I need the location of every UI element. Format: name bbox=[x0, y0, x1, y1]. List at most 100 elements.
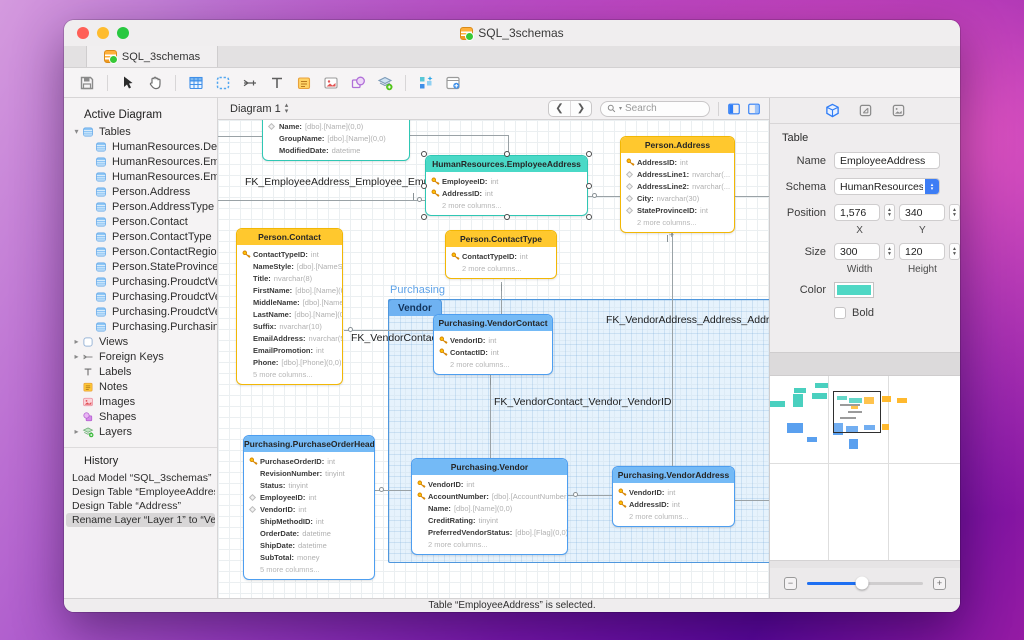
more-columns-label[interactable]: 2 more columns... bbox=[426, 199, 587, 211]
canvas-table-purchasing-vendorcontact[interactable]: Purchasing.VendorContactVendorID:intCont… bbox=[433, 314, 553, 375]
sidebar-group-tables[interactable]: ▾ Tables bbox=[64, 124, 217, 139]
canvas-table-person-contacttype[interactable]: Person.ContactTypeContactTypeID:int2 mor… bbox=[445, 230, 557, 279]
forward-button[interactable]: ❯ bbox=[570, 101, 591, 116]
selection-handle[interactable] bbox=[586, 214, 592, 220]
search-input[interactable] bbox=[625, 103, 695, 114]
chevron-right-icon[interactable]: ▸ bbox=[72, 352, 81, 361]
more-columns-label[interactable]: 2 more columns... bbox=[446, 262, 556, 274]
minimap-viewport[interactable] bbox=[833, 391, 881, 433]
color-swatch[interactable] bbox=[834, 282, 874, 298]
tab-model-cube-icon[interactable] bbox=[825, 103, 840, 118]
search-box[interactable]: ▾ bbox=[600, 101, 710, 117]
new-layer-icon[interactable] bbox=[376, 74, 394, 92]
sidebar-table-item[interactable]: Person.Address bbox=[64, 184, 217, 199]
sidebar-table-item[interactable]: Person.ContactRegion bbox=[64, 244, 217, 259]
relationship-line[interactable] bbox=[410, 135, 508, 136]
sidebar-table-item[interactable]: Person.StateProvince bbox=[64, 259, 217, 274]
save-icon[interactable] bbox=[78, 74, 96, 92]
canvas-table-purchasing-vendor[interactable]: Purchasing.VendorVendorID:intAccountNumb… bbox=[411, 458, 568, 555]
auto-layout-icon[interactable] bbox=[417, 74, 435, 92]
relationship-line[interactable] bbox=[218, 200, 425, 201]
back-button[interactable]: ❮ bbox=[549, 101, 570, 116]
relationship-line[interactable] bbox=[735, 196, 769, 197]
sidebar-table-item[interactable]: Person.Contact bbox=[64, 214, 217, 229]
history-item[interactable]: Rename Layer “Layer 1” to “Vendor” bbox=[66, 513, 215, 527]
new-table-icon[interactable] bbox=[187, 74, 205, 92]
history-item[interactable]: Design Table “Address” bbox=[66, 499, 215, 513]
tab-layout-icon[interactable] bbox=[858, 103, 873, 118]
position-y-field[interactable] bbox=[899, 204, 945, 221]
selection-handle[interactable] bbox=[586, 183, 592, 189]
canvas-table-purchasing-vendoraddress[interactable]: Purchasing.VendorAddressVendorID:intAddr… bbox=[612, 466, 735, 527]
canvas-table-humanresources-employeeaddress[interactable]: HumanResources.EmployeeAddressEmployeeID… bbox=[425, 155, 588, 216]
sidebar-table-item[interactable]: Purchasing.ProudctVen... bbox=[64, 304, 217, 319]
history-item[interactable]: Design Table “EmployeeAddress” bbox=[66, 485, 215, 499]
minimize-window-button[interactable] bbox=[97, 27, 109, 39]
size-height-field[interactable] bbox=[899, 243, 945, 260]
relationship-line[interactable] bbox=[344, 330, 433, 331]
chevron-down-icon[interactable]: ▾ bbox=[72, 127, 81, 136]
position-x-field[interactable] bbox=[834, 204, 880, 221]
sidebar-table-item[interactable]: Person.ContactType bbox=[64, 229, 217, 244]
layer-tab-label[interactable]: Vendor bbox=[388, 299, 442, 316]
sidebar-group-foreign-keys[interactable]: ▸Foreign Keys bbox=[64, 349, 217, 364]
more-columns-label[interactable]: 2 more columns... bbox=[434, 358, 552, 370]
more-columns-label[interactable]: 5 more columns... bbox=[244, 563, 374, 575]
schema-select[interactable]: ▴▾ bbox=[834, 178, 940, 195]
new-view-icon[interactable] bbox=[214, 74, 232, 92]
selection-handle[interactable] bbox=[421, 151, 427, 157]
history-item[interactable]: Load Model “SQL_3schemas” bbox=[66, 471, 215, 485]
zoom-slider-thumb[interactable] bbox=[855, 577, 868, 590]
sidebar-table-item[interactable]: HumanResources.Emplo... bbox=[64, 154, 217, 169]
new-label-icon[interactable] bbox=[268, 74, 286, 92]
new-relation-icon[interactable] bbox=[241, 74, 259, 92]
relationship-line[interactable] bbox=[735, 500, 769, 501]
more-columns-label[interactable]: 2 more columns... bbox=[613, 510, 734, 522]
pointer-icon[interactable] bbox=[119, 74, 137, 92]
relationship-line[interactable] bbox=[490, 375, 491, 458]
toggle-left-panel-icon[interactable] bbox=[727, 102, 741, 116]
sidebar-table-item[interactable]: HumanResources.Depar... bbox=[64, 139, 217, 154]
diagram-minimap[interactable] bbox=[770, 376, 960, 560]
document-tab[interactable]: SQL_3schemas bbox=[86, 46, 218, 67]
diagram-selector[interactable]: Diagram 1 ▴▾ bbox=[230, 103, 288, 115]
zoom-in-button[interactable]: + bbox=[933, 577, 946, 590]
more-columns-label[interactable]: 2 more columns... bbox=[412, 538, 567, 550]
fk-label[interactable]: FK_VendorContact_Vendor_VendorID bbox=[494, 396, 671, 408]
sidebar-group-layers[interactable]: ▸Layers bbox=[64, 424, 217, 439]
selection-handle[interactable] bbox=[504, 214, 510, 220]
canvas-table-person-contact[interactable]: Person.ContactContactTypeID:intNameStyle… bbox=[236, 228, 343, 385]
sidebar-group-images[interactable]: Images bbox=[64, 394, 217, 409]
sidebar-table-item[interactable]: HumanResources.Emplo... bbox=[64, 169, 217, 184]
new-shape-icon[interactable] bbox=[349, 74, 367, 92]
canvas-table-partial[interactable]: Name:[dbo].[Name](0,0)GroupName:[dbo].[N… bbox=[262, 120, 410, 161]
close-window-button[interactable] bbox=[77, 27, 89, 39]
fk-label[interactable]: FK_VendorContact bbox=[351, 332, 440, 344]
size-height-stepper[interactable]: ▲▼ bbox=[949, 243, 960, 260]
position-y-stepper[interactable]: ▲▼ bbox=[949, 204, 960, 221]
sidebar-table-item[interactable]: Purchasing.Purchasing... bbox=[64, 319, 217, 334]
position-x-stepper[interactable]: ▲▼ bbox=[884, 204, 895, 221]
canvas-table-person-address[interactable]: Person.AddressAddressID:intAddressLine1:… bbox=[620, 136, 735, 233]
zoom-slider[interactable] bbox=[807, 582, 923, 585]
sidebar-group-notes[interactable]: Notes bbox=[64, 379, 217, 394]
chevron-right-icon[interactable]: ▸ bbox=[72, 337, 81, 346]
sidebar-table-item[interactable]: Purchasing.ProudctVen... bbox=[64, 289, 217, 304]
hand-icon[interactable] bbox=[146, 74, 164, 92]
schema-dropdown-chevron-icon[interactable]: ▴▾ bbox=[925, 179, 939, 194]
relationship-line[interactable] bbox=[672, 232, 673, 466]
name-field[interactable] bbox=[834, 152, 940, 169]
diagram-canvas[interactable]: PurchasingVendor+FK_EmployeeAddress_Empl… bbox=[218, 120, 769, 598]
bold-checkbox[interactable] bbox=[834, 307, 846, 319]
more-columns-label[interactable]: 5 more columns... bbox=[237, 368, 342, 380]
sidebar-table-item[interactable]: Person.AddressType bbox=[64, 199, 217, 214]
preview-icon[interactable] bbox=[444, 74, 462, 92]
sidebar-group-shapes[interactable]: Shapes bbox=[64, 409, 217, 424]
tab-appearance-icon[interactable] bbox=[891, 103, 906, 118]
relationship-line[interactable] bbox=[218, 136, 262, 137]
new-note-icon[interactable] bbox=[295, 74, 313, 92]
toggle-right-panel-icon[interactable] bbox=[747, 102, 761, 116]
selection-handle[interactable] bbox=[504, 151, 510, 157]
sidebar-group-labels[interactable]: Labels bbox=[64, 364, 217, 379]
selection-handle[interactable] bbox=[586, 151, 592, 157]
